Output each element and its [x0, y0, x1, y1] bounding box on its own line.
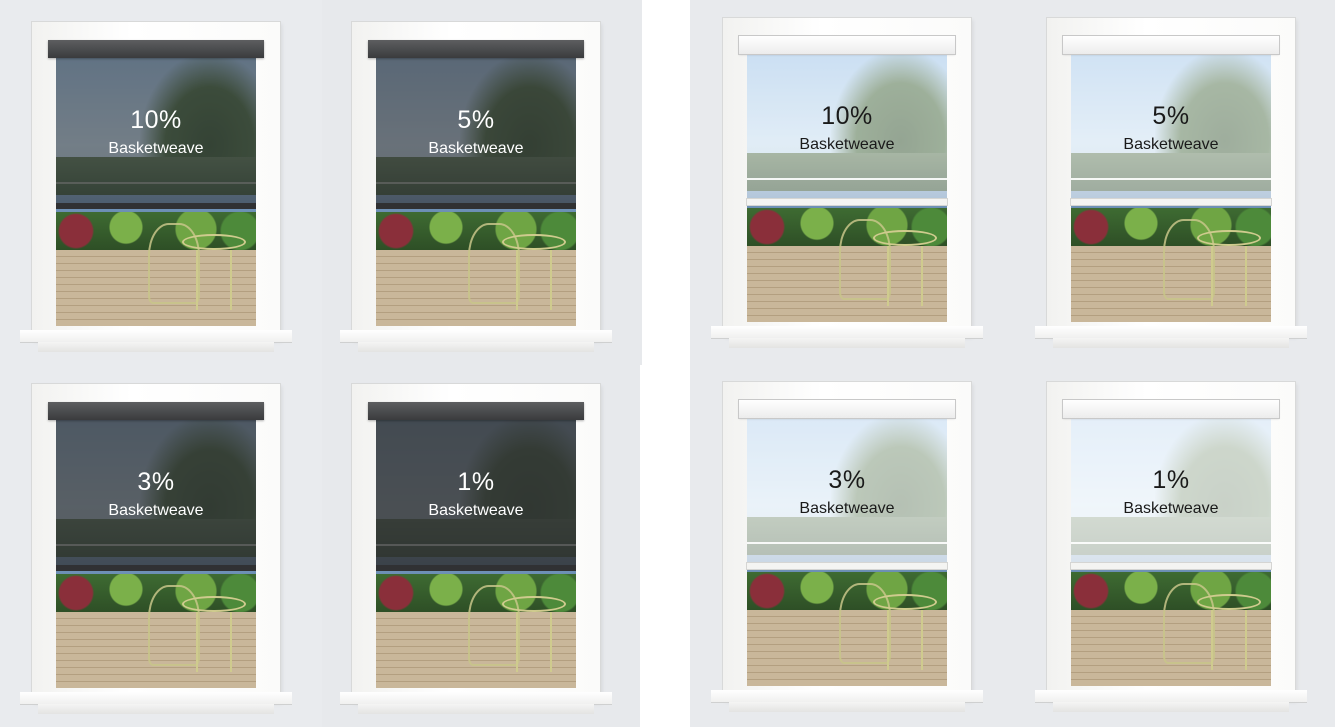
table-top	[873, 229, 937, 246]
fabric-name: Basketweave	[799, 136, 895, 153]
table-legs	[516, 249, 552, 310]
window-apron	[729, 338, 965, 348]
shade-seam	[747, 178, 947, 180]
chair	[1163, 582, 1215, 665]
shade-headrail	[368, 402, 584, 420]
window-sill	[20, 330, 292, 342]
table-legs	[887, 245, 923, 306]
table-legs	[1211, 609, 1247, 670]
table-top	[1197, 229, 1261, 246]
table-top	[873, 593, 937, 610]
table-top	[1197, 593, 1261, 610]
shade-headrail	[368, 40, 584, 58]
window-apron	[1053, 338, 1289, 348]
window-sill	[711, 690, 983, 702]
openness-percent: 1%	[1152, 466, 1190, 494]
shade-seam	[56, 182, 256, 184]
openness-percent: 3%	[828, 466, 866, 494]
fabric-name: Basketweave	[1123, 500, 1219, 517]
window-sill	[340, 330, 612, 342]
fabric-name: Basketweave	[799, 500, 895, 517]
fabric-name: Basketweave	[108, 502, 204, 519]
chair	[839, 218, 891, 301]
chair	[468, 222, 520, 305]
window-apron	[729, 702, 965, 712]
window-apron	[358, 342, 594, 352]
shade-seam	[376, 544, 576, 546]
shade-bottom-bar	[1071, 199, 1271, 205]
window-sample-dark-1: 1% Basketweave	[340, 384, 612, 714]
window-apron	[1053, 702, 1289, 712]
window-sample-dark-5: 5% Basketweave	[340, 22, 612, 352]
table-legs	[516, 611, 552, 672]
shade-seam	[56, 544, 256, 546]
table-legs	[196, 611, 232, 672]
window-sample-light-3: 3% Basketweave	[711, 382, 983, 712]
shade-seam	[1071, 178, 1271, 180]
window-sample-dark-3: 3% Basketweave	[20, 384, 292, 714]
window-sill	[1035, 690, 1307, 702]
fabric-name: Basketweave	[108, 140, 204, 157]
window-sill	[20, 692, 292, 704]
window-sample-light-1: 1% Basketweave	[1035, 382, 1307, 712]
window-apron	[358, 704, 594, 714]
shade-headrail	[739, 36, 955, 54]
shade-seam	[747, 542, 947, 544]
window-sample-dark-10: 10% Basketweave	[20, 22, 292, 352]
openness-percent: 3%	[137, 468, 175, 496]
shade-headrail	[1063, 36, 1279, 54]
chair	[468, 584, 520, 667]
window-sill	[340, 692, 612, 704]
table-top	[502, 595, 566, 612]
shade-headrail	[48, 402, 264, 420]
window-apron	[38, 704, 274, 714]
shade-bottom-bar	[56, 203, 256, 209]
window-sample-light-5: 5% Basketweave	[1035, 18, 1307, 348]
window-apron	[38, 342, 274, 352]
shade-headrail	[739, 400, 955, 418]
shade-bottom-bar	[747, 199, 947, 205]
table-legs	[1211, 245, 1247, 306]
shade-bottom-bar	[376, 565, 576, 571]
shade-headrail	[1063, 400, 1279, 418]
shade-seam	[376, 182, 576, 184]
shade-bottom-bar	[1071, 563, 1271, 569]
openness-percent: 10%	[130, 106, 182, 134]
openness-percent: 10%	[821, 102, 873, 130]
fabric-name: Basketweave	[428, 502, 524, 519]
shade-headrail	[48, 40, 264, 58]
chair	[839, 582, 891, 665]
table-top	[182, 595, 246, 612]
chair	[1163, 218, 1215, 301]
window-sample-light-10: 10% Basketweave	[711, 18, 983, 348]
chair	[148, 222, 200, 305]
shade-bottom-bar	[376, 203, 576, 209]
openness-percent: 5%	[457, 106, 495, 134]
table-top	[502, 233, 566, 250]
shade-bottom-bar	[747, 563, 947, 569]
window-sill	[711, 326, 983, 338]
shade-bottom-bar	[56, 565, 256, 571]
table-legs	[196, 249, 232, 310]
openness-percent: 1%	[457, 468, 495, 496]
shade-seam	[1071, 542, 1271, 544]
window-sill	[1035, 326, 1307, 338]
table-top	[182, 233, 246, 250]
openness-percent: 5%	[1152, 102, 1190, 130]
fabric-name: Basketweave	[428, 140, 524, 157]
fabric-name: Basketweave	[1123, 136, 1219, 153]
chair	[148, 584, 200, 667]
table-legs	[887, 609, 923, 670]
